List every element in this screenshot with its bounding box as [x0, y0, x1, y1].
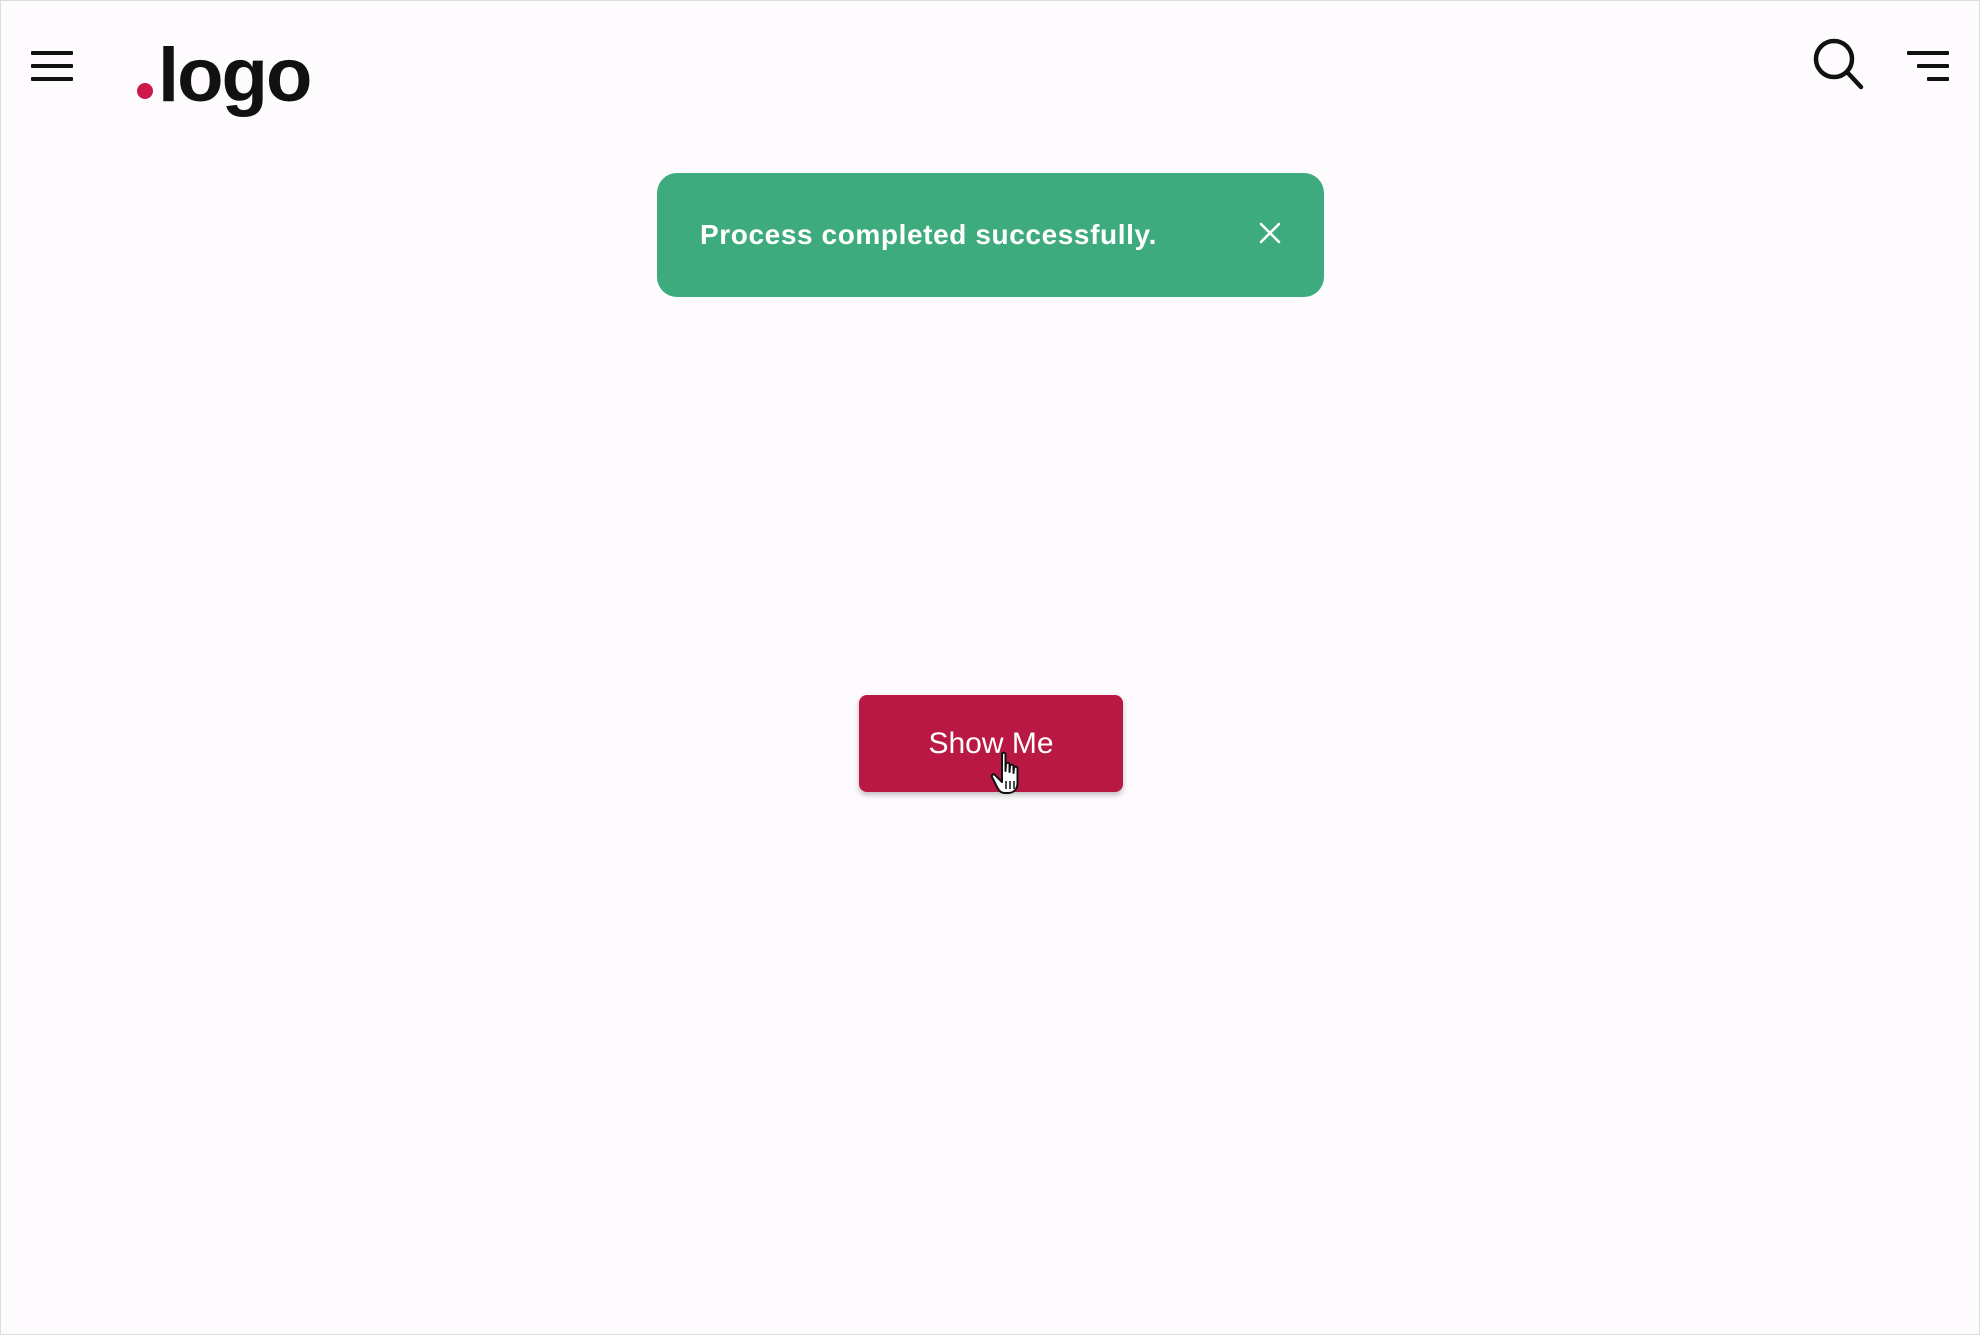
success-toast: Process completed successfully.: [657, 173, 1324, 297]
app-window: logo Process completed successfully. Sho…: [0, 0, 1980, 1335]
search-icon[interactable]: [1811, 37, 1867, 93]
toast-message: Process completed successfully.: [700, 219, 1157, 250]
filter-lines-icon[interactable]: [1903, 47, 1951, 85]
logo-dot: [137, 83, 153, 99]
close-icon[interactable]: [1255, 218, 1285, 248]
logo[interactable]: logo: [137, 31, 312, 121]
show-me-button[interactable]: Show Me: [859, 695, 1123, 792]
hamburger-menu-icon[interactable]: [29, 47, 77, 85]
logo-text: logo: [158, 33, 312, 118]
